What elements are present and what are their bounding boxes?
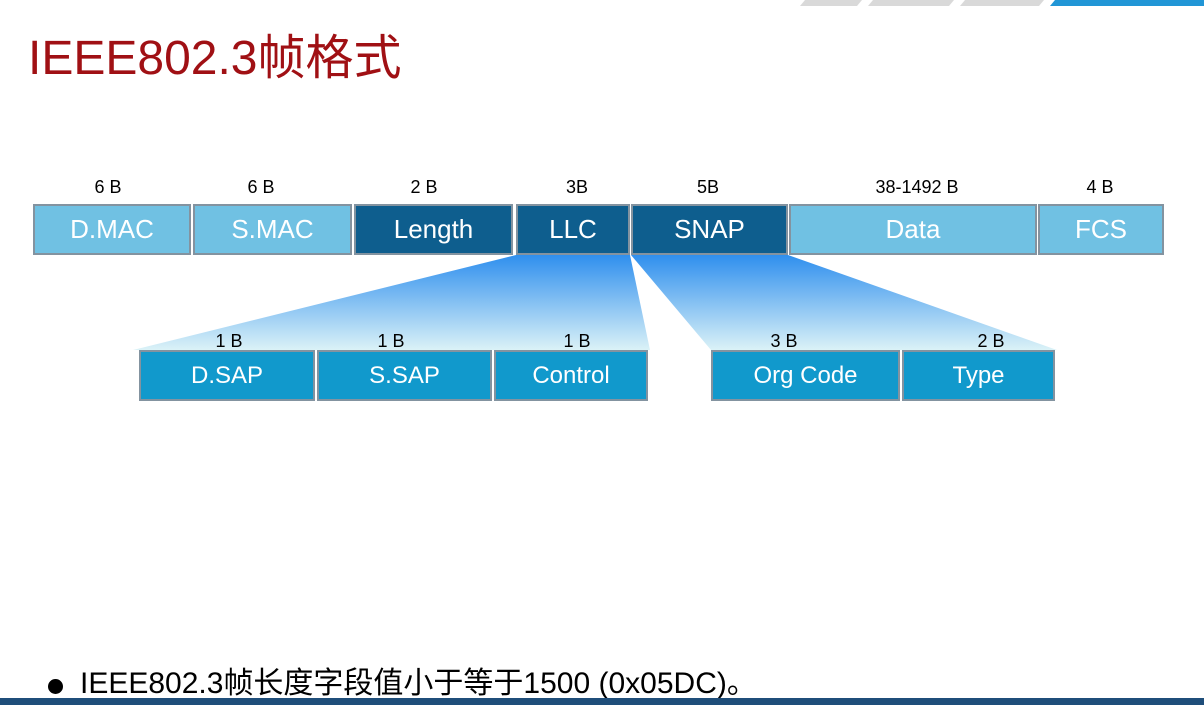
top-decoration-stripe xyxy=(960,0,1044,6)
slide: IEEE802.3帧格式 6 B 6 B 2 B 3B 5B 38-1492 B… xyxy=(0,0,1204,705)
subfield-size-label-dsap: 1 B xyxy=(215,331,243,351)
footer-bar xyxy=(0,698,1204,705)
top-decoration-stripe-accent xyxy=(1050,0,1204,6)
field-data: Data xyxy=(789,204,1037,255)
subfield-ssap: S.SAP xyxy=(317,350,492,401)
subfield-control: Control xyxy=(494,350,648,401)
subfield-org-code: Org Code xyxy=(711,350,900,401)
subfield-size-label-org-code: 3 B xyxy=(770,331,798,351)
field-smac: S.MAC xyxy=(193,204,352,255)
field-size-label-fcs: 4 B xyxy=(1086,177,1114,197)
field-snap: SNAP xyxy=(631,204,788,255)
field-fcs: FCS xyxy=(1038,204,1164,255)
top-decoration-stripe xyxy=(800,0,862,6)
field-size-label-smac: 6 B xyxy=(247,177,275,197)
subfield-type: Type xyxy=(902,350,1055,401)
field-size-label-snap: 5B xyxy=(696,177,720,197)
top-decoration-stripe xyxy=(868,0,954,6)
bullet-dot-icon xyxy=(48,679,63,694)
field-llc: LLC xyxy=(516,204,630,255)
bullet-text: IEEE802.3帧长度字段值小于等于1500 (0x05DC)。 xyxy=(80,667,757,700)
subfield-size-label-type: 2 B xyxy=(977,331,1005,351)
subfield-dsap: D.SAP xyxy=(139,350,315,401)
field-length: Length xyxy=(354,204,513,255)
subfield-size-label-control: 1 B xyxy=(563,331,591,351)
slide-title: IEEE802.3帧格式 xyxy=(28,32,402,85)
field-dmac: D.MAC xyxy=(33,204,191,255)
field-size-label-data: 38-1492 B xyxy=(875,177,959,197)
field-size-label-llc: 3B xyxy=(565,177,589,197)
field-size-label-length: 2 B xyxy=(410,177,438,197)
subfield-size-label-ssap: 1 B xyxy=(377,331,405,351)
field-size-label-dmac: 6 B xyxy=(94,177,122,197)
